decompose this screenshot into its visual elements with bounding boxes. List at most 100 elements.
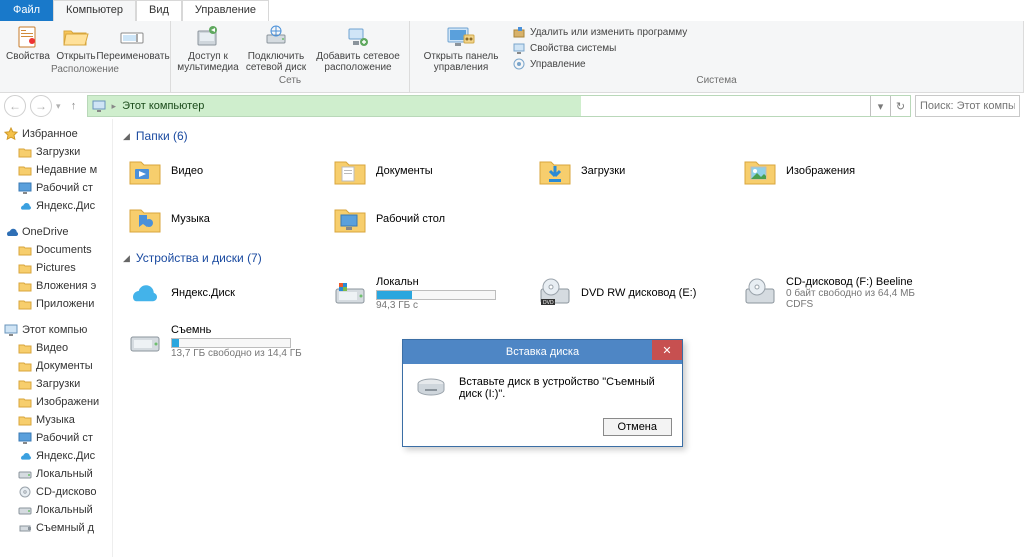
sidebar-item[interactable]: Приложени (0, 295, 112, 313)
map-drive-button[interactable]: Подключить сетевой диск (245, 23, 307, 73)
cancel-button[interactable]: Отмена (603, 418, 672, 436)
sidebar-item-label: Недавние м (36, 164, 97, 176)
tab-computer[interactable]: Компьютер (53, 0, 136, 21)
drive-item[interactable]: Съемнь13,7 ГБ свободно из 14,4 ГБ (123, 319, 328, 363)
folder-item[interactable]: Видео (123, 149, 328, 193)
addnet-icon (342, 23, 374, 51)
folder-item[interactable]: Изображения (738, 149, 943, 193)
folder-icon (18, 395, 32, 409)
sidebar-item[interactable]: Локальный (0, 465, 112, 483)
folder-item[interactable]: Документы (328, 149, 533, 193)
sidebar-item[interactable]: CD-дисково (0, 483, 112, 501)
folder-item[interactable]: Рабочий стол (328, 197, 533, 241)
sidebar-item[interactable]: Видео (0, 339, 112, 357)
drive-item[interactable]: CD-дисковод (F:) Beeline0 байт свободно … (738, 271, 943, 315)
group-caption-system: Система (416, 73, 1017, 86)
sidebar-item-label: Локальный (36, 504, 93, 516)
sidebar-item[interactable]: Документы (0, 357, 112, 375)
address-bar[interactable]: ▸ Этот компьютер ▾ ↻ (87, 95, 911, 117)
properties-button[interactable]: Свойства (6, 23, 50, 62)
computer-small-icon (4, 323, 18, 337)
chevron-right-icon: ▸ (112, 101, 117, 112)
open-button[interactable]: Открыть (56, 23, 96, 62)
folder-icon (18, 467, 32, 481)
drive-icon (742, 275, 778, 311)
rename-label: Переименовать (96, 51, 169, 62)
sidebar-item[interactable]: Рабочий ст (0, 179, 112, 197)
ribbon-tabs: Файл Компьютер Вид Управление (0, 0, 1024, 21)
collapse-icon: ◢ (123, 131, 130, 142)
open-folder-icon (60, 23, 92, 51)
properties-icon (12, 23, 44, 51)
forward-button[interactable]: → (30, 95, 52, 117)
sidebar-item[interactable]: Локальный (0, 501, 112, 519)
drive-item[interactable]: Яндекс.Диск (123, 271, 328, 315)
folder-name: Музыка (171, 213, 210, 225)
folder-icon (18, 163, 32, 177)
sidebar-item[interactable]: Рабочий ст (0, 429, 112, 447)
sidebar-item-label: Вложения э (36, 280, 96, 292)
drive-name: Яндекс.Диск (171, 287, 235, 299)
search-input[interactable] (920, 100, 1015, 112)
search-box[interactable] (915, 95, 1020, 117)
sysprops-icon (512, 41, 526, 55)
capacity-bar (171, 338, 291, 348)
sidebar-item[interactable]: Съемный д (0, 519, 112, 537)
netdrive-icon (260, 23, 292, 51)
folder-name: Видео (171, 165, 203, 177)
sidebar-item[interactable]: Музыка (0, 411, 112, 429)
nav-bar: ← → ▾ ↑ ▸ Этот компьютер ▾ ↻ (0, 93, 1024, 119)
capacity-bar (376, 290, 496, 300)
sidebar-item[interactable]: Вложения э (0, 277, 112, 295)
group-caption-location: Расположение (6, 62, 164, 75)
tab-view[interactable]: Вид (136, 0, 182, 21)
drive-sub: 13,7 ГБ свободно из 14,4 ГБ (171, 348, 302, 359)
netdrive-label: Подключить сетевой диск (245, 51, 307, 73)
uninstall-label: Удалить или изменить программу (530, 27, 687, 38)
sidebar-item[interactable]: Pictures (0, 259, 112, 277)
sidebar-item[interactable]: Загрузки (0, 375, 112, 393)
section-folders-label: Папки (6) (136, 129, 188, 143)
rename-button[interactable]: Переименовать (102, 23, 164, 62)
folder-item[interactable]: Загрузки (533, 149, 738, 193)
up-button[interactable]: ↑ (65, 97, 83, 115)
sidebar-item[interactable]: Загрузки (0, 143, 112, 161)
refresh-button[interactable]: ↻ (890, 96, 910, 116)
section-folders[interactable]: ◢ Папки (6) (123, 129, 1014, 143)
folder-item[interactable]: Музыка (123, 197, 328, 241)
dialog-close-button[interactable]: ✕ (652, 340, 682, 360)
computer-icon (92, 99, 106, 113)
folder-icon (332, 201, 368, 237)
uninstall-icon (512, 25, 526, 39)
drive-icon (415, 376, 447, 400)
sidebar-item[interactable]: Яндекс.Дис (0, 197, 112, 215)
sidebar-item-label: Документы (36, 360, 93, 372)
tab-manage[interactable]: Управление (182, 0, 269, 21)
sidebar-item[interactable]: Изображени (0, 393, 112, 411)
sidebar-favorites[interactable]: Избранное (0, 125, 112, 143)
recent-dropdown[interactable]: ▾ (56, 101, 61, 112)
back-button[interactable]: ← (4, 95, 26, 117)
system-properties-button[interactable]: Свойства системы (512, 41, 687, 55)
address-dropdown[interactable]: ▾ (870, 96, 890, 116)
dialog-titlebar[interactable]: Вставка диска ✕ (403, 340, 682, 364)
sidebar-item[interactable]: Яндекс.Дис (0, 447, 112, 465)
sidebar-item-label: Музыка (36, 414, 75, 426)
star-icon (4, 127, 18, 141)
sidebar-onedrive[interactable]: OneDrive (0, 223, 112, 241)
manage-button[interactable]: Управление (512, 57, 687, 71)
uninstall-program-button[interactable]: Удалить или изменить программу (512, 25, 687, 39)
sidebar-item[interactable]: Documents (0, 241, 112, 259)
section-drives[interactable]: ◢ Устройства и диски (7) (123, 251, 1014, 265)
control-panel-button[interactable]: Открыть панель управления (416, 23, 506, 73)
drive-item[interactable]: Локальн94,3 ГБ с (328, 271, 533, 315)
add-network-button[interactable]: Добавить сетевое расположение (313, 23, 403, 73)
sidebar-item[interactable]: Недавние м (0, 161, 112, 179)
control-panel-label: Открыть панель управления (416, 51, 506, 73)
sidebar-item-label: Documents (36, 244, 92, 256)
media-access-button[interactable]: Доступ к мультимедиа (177, 23, 239, 73)
folder-icon (537, 153, 573, 189)
drive-item[interactable]: DVDDVD RW дисковод (E:) (533, 271, 738, 315)
sidebar-computer[interactable]: Этот компью (0, 321, 112, 339)
tab-file[interactable]: Файл (0, 0, 53, 21)
